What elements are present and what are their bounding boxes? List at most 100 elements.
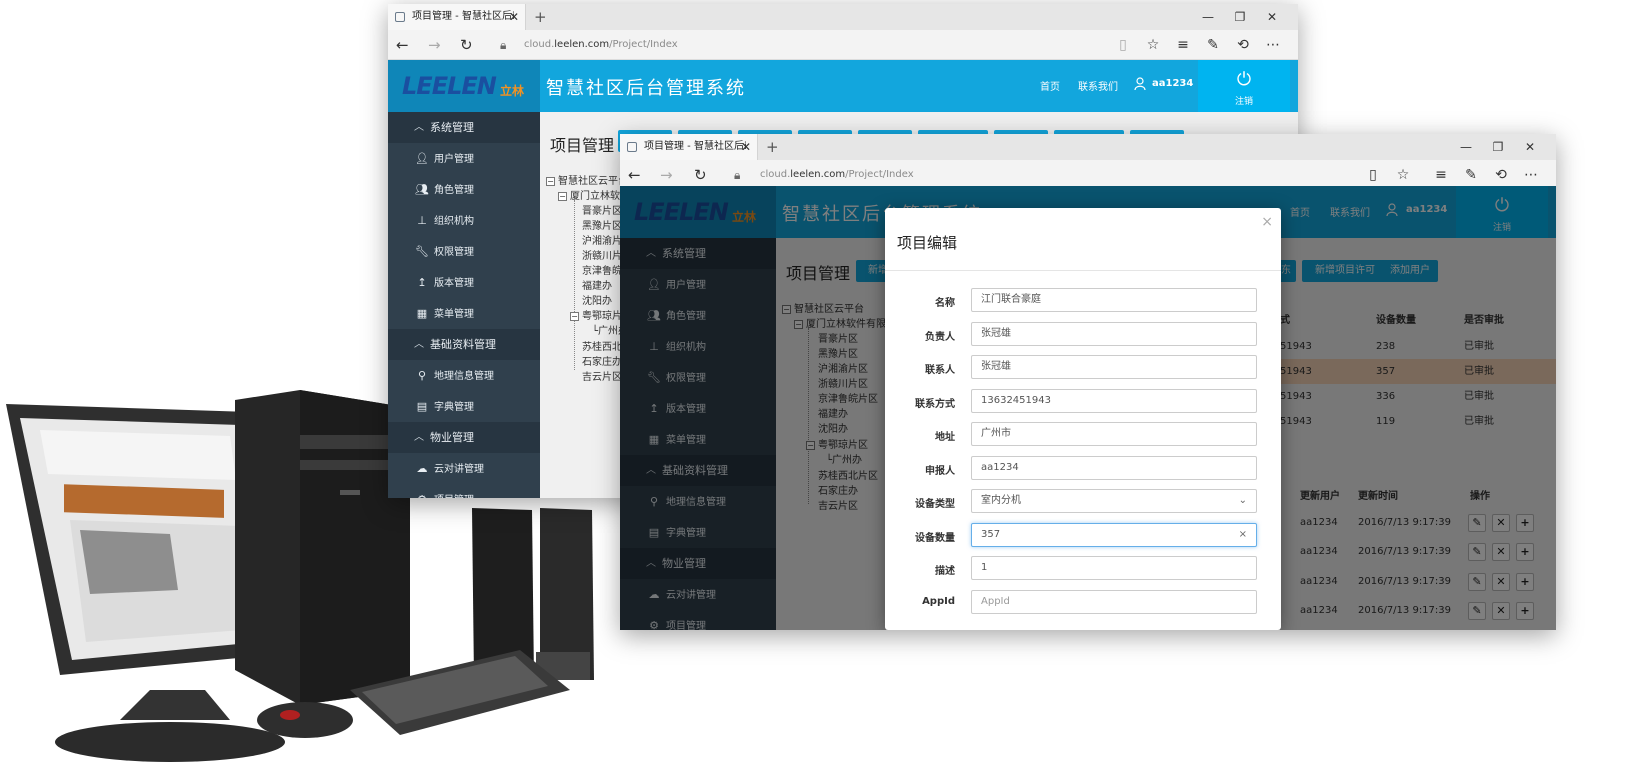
collapse-icon[interactable]: − [558, 191, 567, 201]
device-type-select[interactable]: 室内分机 ⌄ [971, 489, 1257, 513]
org-tree: − 智慧社区云平台 − 厦门立林软件 晋豪片区 黑豫片区 沪湘渝片 浙赣川片 京津鲁… [546, 172, 630, 392]
url-domain: leelen.com [790, 169, 846, 180]
sidebar-group-property[interactable]: ︿物业管理 [388, 422, 540, 453]
sidebar-item-geo[interactable]: ⚲地理信息管理 [388, 360, 540, 391]
contact-input[interactable]: 张冠雄 [971, 355, 1257, 379]
sidebar-item-dict[interactable]: ▤字典管理 [388, 391, 540, 422]
close-tab-icon[interactable]: ✕ [741, 134, 751, 160]
device-count-value: 357 [981, 529, 1001, 540]
close-window-button[interactable]: ✕ [1514, 134, 1546, 160]
url-domain: leelen.com [554, 39, 610, 50]
sidebar-item-versions[interactable]: ↥版本管理 [388, 267, 540, 298]
sidebar-item-permissions[interactable]: 🔧︎权限管理 [388, 236, 540, 267]
maximize-button[interactable]: ❐ [1224, 4, 1256, 30]
reading-view-icon[interactable]: ▯ [1108, 30, 1138, 60]
collapse-icon[interactable]: − [570, 311, 579, 321]
collapse-icon[interactable]: − [546, 176, 555, 186]
browser-tab[interactable]: 项目管理 - 智慧社区后i ✕ [388, 4, 526, 30]
logout-label: 注销 [1234, 97, 1253, 107]
appid-input[interactable]: AppId [971, 590, 1257, 614]
sitemap-icon: ⊥ [417, 214, 427, 227]
page-favicon-icon [627, 142, 637, 152]
field-label-name: 名称 [935, 298, 955, 309]
logo: LEELEN [402, 72, 497, 100]
tree-line [574, 200, 575, 370]
applicant-input[interactable]: aa1234 [971, 456, 1257, 480]
forward-arrow-icon[interactable]: → [428, 30, 441, 60]
hub-icon[interactable]: ≡ [1168, 30, 1198, 60]
tree-node[interactable]: 福建办 [582, 277, 612, 292]
sidebar-group-basic[interactable]: ︿基础资料管理 [388, 329, 540, 360]
name-input[interactable]: 江门联合豪庭 [971, 288, 1257, 312]
sidebar-item-roles[interactable]: 👥︎角色管理 [388, 174, 540, 205]
new-tab-button[interactable]: + [766, 134, 779, 160]
url-field[interactable]: cloud.leelen.com/Project/Index [524, 30, 678, 60]
clear-icon[interactable]: × [1239, 524, 1247, 546]
tree-node-root[interactable]: −智慧社区云平台 [546, 172, 628, 187]
map-marker-icon: ⚲ [417, 369, 427, 382]
field-label-owner: 负责人 [925, 332, 955, 343]
gears-icon: ⚙ [414, 484, 430, 498]
phone-input[interactable]: 13632451943 [971, 389, 1257, 413]
url-prefix: cloud. [760, 169, 791, 180]
sidebar-item-projects[interactable]: ⚙项目管理 [388, 484, 540, 498]
description-input[interactable]: 1 [971, 556, 1257, 580]
browser-tab[interactable]: 项目管理 - 智慧社区后i ✕ [620, 134, 758, 160]
tree-node[interactable]: 沈阳办 [582, 292, 612, 307]
address-bar: ← → ↻ 🔒︎ cloud.leelen.com/Project/Index … [388, 30, 1298, 60]
field-label-address: 地址 [935, 432, 955, 443]
project-edit-modal: 项目编辑 × 名称 江门联合豪庭 负责人 张冠雄 联系人 张冠雄 联系方式 13… [885, 208, 1281, 630]
modal-title: 项目编辑 [897, 234, 958, 252]
minimize-button[interactable]: — [1450, 134, 1482, 160]
username[interactable]: aa1234 [1152, 78, 1193, 89]
cloud-icon: ☁ [416, 462, 428, 475]
tree-node[interactable]: 京津鲁皖 [582, 262, 622, 277]
close-window-button[interactable]: ✕ [1256, 4, 1288, 30]
sidebar-group-system[interactable]: ︿系统管理 [388, 112, 540, 143]
field-label-device-type: 设备类型 [915, 499, 955, 510]
device-count-input[interactable]: 357 × [971, 523, 1257, 547]
tree-node[interactable]: 黑豫片区 [582, 217, 622, 232]
tree-node[interactable]: 沪湘渝片 [582, 232, 622, 247]
nav-home-link[interactable]: 首页 [1040, 78, 1060, 93]
close-tab-icon[interactable]: ✕ [509, 4, 519, 30]
nav-contact-link[interactable]: 联系我们 [1078, 78, 1118, 93]
minimize-button[interactable]: — [1192, 4, 1224, 30]
logout-button[interactable]: ⏻ 注销 [1198, 60, 1290, 112]
tree-node[interactable]: 晋豪片区 [582, 202, 622, 217]
url-prefix: cloud. [524, 39, 555, 50]
field-label-phone: 联系方式 [915, 399, 955, 410]
refresh-icon[interactable]: ↻ [460, 30, 473, 60]
share-icon[interactable]: ⟲ [1228, 30, 1258, 60]
field-label-device-count: 设备数量 [915, 533, 955, 544]
users-icon: 👥︎ [415, 183, 429, 196]
tree-node[interactable]: 吉云片区 [582, 368, 622, 383]
maximize-button[interactable]: ❐ [1482, 134, 1514, 160]
url-path: /Project/Index [609, 39, 678, 50]
tree-node-group[interactable]: − 粤鄂琼片 [570, 307, 622, 322]
new-tab-button[interactable]: + [534, 4, 547, 30]
owner-input[interactable]: 张冠雄 [971, 322, 1257, 346]
sidebar-item-menus[interactable]: ▦菜单管理 [388, 298, 540, 329]
sidebar-item-org[interactable]: ⊥组织机构 [388, 205, 540, 236]
browser-window-front: 项目管理 - 智慧社区后i ✕ + — ❐ ✕ ← → ↻ 🔒︎ cloud.lee… [620, 134, 1556, 630]
back-arrow-icon[interactable]: ← [396, 30, 409, 60]
sidebar-item-intercom[interactable]: ☁云对讲管理 [388, 453, 540, 484]
system-title: 智慧社区后台管理系统 [546, 78, 746, 99]
close-icon[interactable]: × [1261, 214, 1273, 230]
lock-icon: 🔒︎ [500, 38, 507, 52]
address-input[interactable]: 广州市 [971, 422, 1257, 446]
favorites-star-icon[interactable]: ☆ [1138, 30, 1168, 60]
grid-icon: ▦ [416, 307, 428, 320]
sidebar-item-users[interactable]: 👤︎用户管理 [388, 143, 540, 174]
tree-node[interactable]: 苏桂西北 [582, 338, 622, 353]
tree-node[interactable]: 浙赣川片 [582, 247, 622, 262]
field-label-contact: 联系人 [925, 365, 955, 376]
more-icon[interactable]: ⋯ [1258, 30, 1288, 60]
page-favicon-icon [395, 12, 405, 22]
notes-icon[interactable]: ✎ [1198, 30, 1228, 60]
chevron-up-icon: ︿ [414, 432, 424, 443]
tree-node[interactable]: 石家庄办 [582, 353, 622, 368]
field-label-applicant: 申报人 [925, 466, 955, 477]
tab-bar: 项目管理 - 智慧社区后i ✕ + — ❐ ✕ [388, 4, 1298, 30]
